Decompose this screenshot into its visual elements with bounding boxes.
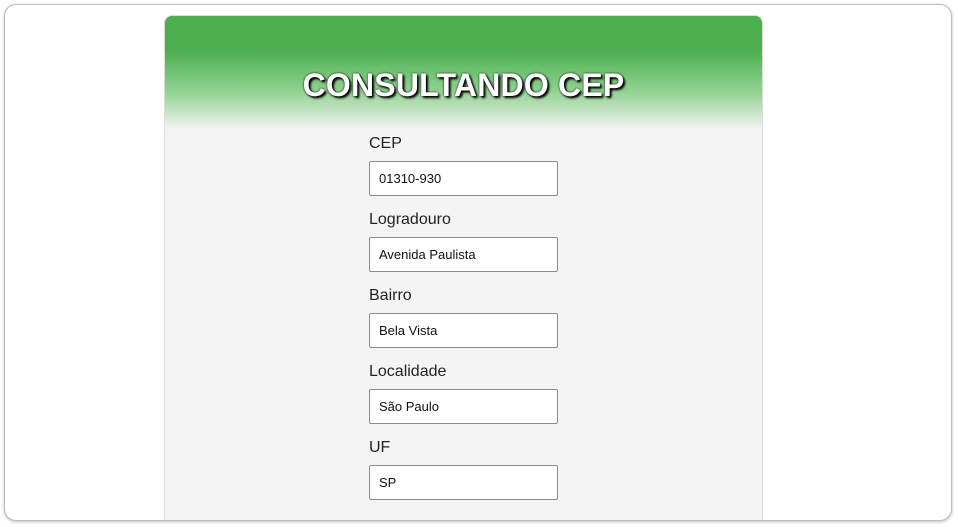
cep-card: CONSULTANDO CEP CEP Logradouro Bairro Lo… (164, 15, 763, 520)
logradouro-label: Logradouro (369, 211, 451, 228)
browser-frame: CONSULTANDO CEP CEP Logradouro Bairro Lo… (4, 4, 952, 521)
cep-label: CEP (369, 135, 402, 152)
localidade-input[interactable] (369, 389, 558, 424)
uf-input[interactable] (369, 465, 558, 500)
bairro-label: Bairro (369, 287, 412, 304)
cep-form: CEP Logradouro Bairro Localidade UF (369, 134, 569, 514)
field-cep: CEP (369, 134, 569, 196)
uf-label: UF (369, 439, 391, 456)
field-bairro: Bairro (369, 286, 569, 348)
field-uf: UF (369, 438, 569, 500)
page-title: CONSULTANDO CEP (302, 66, 625, 103)
card-header: CONSULTANDO CEP (165, 16, 762, 130)
localidade-label: Localidade (369, 363, 447, 380)
cep-input[interactable] (369, 161, 558, 196)
field-logradouro: Logradouro (369, 210, 569, 272)
logradouro-input[interactable] (369, 237, 558, 272)
bairro-input[interactable] (369, 313, 558, 348)
field-localidade: Localidade (369, 362, 569, 424)
